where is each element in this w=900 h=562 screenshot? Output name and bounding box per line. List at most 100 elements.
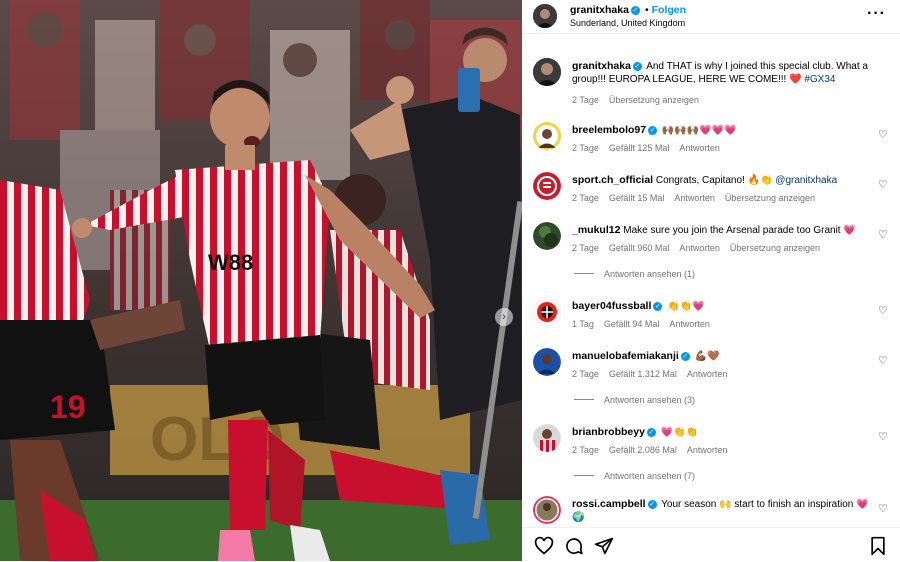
translate-link[interactable]: Übersetzung anzeigen bbox=[730, 243, 820, 253]
comment-time[interactable]: 1 Tag bbox=[572, 319, 594, 329]
post-location[interactable]: Sunderland, United Kingdom bbox=[570, 18, 685, 28]
comment-likes[interactable]: Gefällt 1.312 Mal bbox=[609, 369, 677, 379]
next-photo-button[interactable]: › bbox=[495, 308, 513, 326]
comment-item: brianbrobbeyy ✓ 💗👏👏 2 Tage Gefällt 2.086 M… bbox=[522, 424, 900, 482]
svg-text:W88: W88 bbox=[208, 250, 253, 275]
heart-icon[interactable] bbox=[534, 536, 554, 556]
comment-text: brianbrobbeyy ✓ 💗👏👏 bbox=[572, 426, 877, 439]
reply-button[interactable]: Antworten bbox=[679, 143, 720, 153]
comment-username[interactable]: manuelobafemiakanji bbox=[572, 350, 679, 362]
comment-meta: 2 Tage Gefällt 2.086 Mal Antworten bbox=[572, 445, 737, 455]
heart-icon[interactable]: ♡ bbox=[878, 356, 889, 367]
comment-time[interactable]: 2 Tage bbox=[572, 143, 599, 153]
celebration-photo-illustration: OLO 19 W88 bbox=[0, 0, 522, 561]
comment-text: bayer04fussball ✓ 👏👏💗 bbox=[572, 300, 877, 313]
reply-button[interactable]: Antworten bbox=[687, 369, 728, 379]
comment-text: sport.ch_official Congrats, Capitano! 🔥👏… bbox=[572, 174, 877, 187]
comment-text: manuelobafemiakanji ✓ 💪🏾🤎 bbox=[572, 350, 877, 363]
comment-item: rossi.campbell ✓ Your season 🙌 start to f… bbox=[522, 496, 900, 527]
comment-username[interactable]: rossi.campbell bbox=[572, 498, 646, 510]
comment-time[interactable]: 2 Tage bbox=[572, 243, 599, 253]
comment-likes[interactable]: Gefällt 94 Mal bbox=[604, 319, 660, 329]
commenter-avatar[interactable] bbox=[533, 496, 561, 524]
heart-icon[interactable]: ♡ bbox=[878, 180, 889, 191]
commenter-avatar[interactable] bbox=[533, 348, 561, 376]
commenter-avatar[interactable] bbox=[533, 424, 561, 452]
comment-likes[interactable]: Gefällt 15 Mal bbox=[609, 193, 665, 203]
caption-username[interactable]: granitxhaka bbox=[572, 60, 631, 72]
verified-badge-icon: ✓ bbox=[646, 428, 656, 437]
caption-meta: 2 Tage Übersetzung anzeigen bbox=[572, 95, 709, 105]
comment-text: rossi.campbell ✓ Your season 🙌 start to f… bbox=[572, 498, 877, 524]
reply-button[interactable]: Antworten bbox=[679, 243, 720, 253]
verified-badge-icon: ✓ bbox=[648, 126, 658, 135]
bookmark-icon[interactable] bbox=[868, 536, 888, 556]
comment-time[interactable]: 2 Tage bbox=[572, 369, 599, 379]
commenter-avatar[interactable] bbox=[533, 222, 561, 250]
view-replies-label[interactable]: Antworten ansehen (1) bbox=[604, 269, 695, 279]
comment-username[interactable]: brianbrobbeyy bbox=[572, 426, 645, 438]
comment-body: Make sure you join the Arsenal parade to… bbox=[623, 225, 856, 236]
comment-username[interactable]: _mukul12 bbox=[572, 224, 620, 236]
reply-button[interactable]: Antworten bbox=[669, 319, 710, 329]
comment-icon[interactable] bbox=[564, 536, 584, 556]
view-replies-button[interactable]: Antworten ansehen (1) bbox=[574, 269, 695, 279]
post-photo: OLO 19 W88 › bbox=[0, 0, 522, 561]
comment-text: breelembolo97 ✓ 🙌🏾🙌🏾🙌🏾💗💗💗 bbox=[572, 124, 877, 137]
hashtag-link[interactable]: #GX34 bbox=[804, 74, 835, 85]
comment-item: bayer04fussball ✓ 👏👏💗 1 Tag Gefällt 94 Mal… bbox=[522, 298, 900, 338]
verified-badge-icon: ✓ bbox=[632, 62, 642, 71]
view-replies-label[interactable]: Antworten ansehen (3) bbox=[604, 395, 695, 405]
more-options-icon[interactable]: ··· bbox=[867, 6, 886, 22]
commenter-avatar[interactable] bbox=[533, 298, 561, 326]
heart-icon[interactable]: ♡ bbox=[878, 432, 889, 443]
heart-icon[interactable]: ♡ bbox=[878, 306, 889, 317]
comment-likes[interactable]: Gefällt 960 Mal bbox=[609, 243, 670, 253]
comment-item: _mukul12 Make sure you join the Arsenal … bbox=[522, 222, 900, 280]
comment-body: 💪🏾🤎 bbox=[694, 351, 720, 362]
heart-icon[interactable]: ♡ bbox=[878, 504, 889, 515]
svg-text:19: 19 bbox=[50, 389, 86, 425]
comment-meta: 2 Tage Gefällt 125 Mal Antworten bbox=[572, 143, 730, 153]
mention-link[interactable]: @granitxhaka bbox=[775, 175, 837, 186]
heart-icon[interactable]: ♡ bbox=[878, 130, 889, 141]
comment-meta: 2 Tage Gefällt 960 Mal Antworten Übersetzun… bbox=[572, 243, 830, 253]
heart-icon[interactable]: ♡ bbox=[878, 230, 889, 241]
view-replies-button[interactable]: Antworten ansehen (7) bbox=[574, 471, 695, 481]
translate-link[interactable]: Übersetzung anzeigen bbox=[609, 95, 699, 105]
comment-time[interactable]: 2 Tage bbox=[572, 445, 599, 455]
caption-item: granitxhaka ✓ And THAT is why I joined th… bbox=[522, 58, 900, 105]
comment-body: 🙌🏾🙌🏾🙌🏾💗💗💗 bbox=[661, 125, 737, 136]
author-username[interactable]: granitxhaka bbox=[570, 4, 629, 16]
comment-body: 💗👏👏 bbox=[660, 427, 699, 438]
reply-button[interactable]: Antworten bbox=[687, 445, 728, 455]
caption-time[interactable]: 2 Tage bbox=[572, 95, 599, 105]
post-side-panel: granitxhaka ✓ • Folgen Sunderland, United K… bbox=[522, 0, 900, 561]
separator-dot: • bbox=[644, 4, 649, 16]
comment-username[interactable]: breelembolo97 bbox=[572, 124, 646, 136]
send-icon[interactable] bbox=[594, 536, 614, 556]
comment-likes[interactable]: Gefällt 2.086 Mal bbox=[609, 445, 677, 455]
verified-badge-icon: ✓ bbox=[630, 6, 640, 15]
replies-divider bbox=[574, 475, 594, 476]
comment-item: manuelobafemiakanji ✓ 💪🏾🤎 2 Tage Gefällt 1… bbox=[522, 348, 900, 406]
view-replies-button[interactable]: Antworten ansehen (3) bbox=[574, 395, 695, 405]
commenter-avatar[interactable] bbox=[533, 172, 561, 200]
caption-text: granitxhaka ✓ And THAT is why I joined th… bbox=[572, 60, 877, 86]
translate-link[interactable]: Übersetzung anzeigen bbox=[725, 193, 815, 203]
author-avatar[interactable] bbox=[533, 4, 557, 28]
comment-item: sport.ch_official Congrats, Capitano! 🔥👏… bbox=[522, 172, 900, 212]
comment-meta: 2 Tage Gefällt 15 Mal Antworten Übersetzung… bbox=[572, 193, 825, 203]
comment-time[interactable]: 2 Tage bbox=[572, 193, 599, 203]
reply-button[interactable]: Antworten bbox=[674, 193, 715, 203]
comments-list[interactable]: granitxhaka ✓ And THAT is why I joined th… bbox=[522, 34, 900, 527]
view-replies-label[interactable]: Antworten ansehen (7) bbox=[604, 471, 695, 481]
replies-divider bbox=[574, 273, 594, 274]
comment-username[interactable]: sport.ch_official bbox=[572, 174, 653, 186]
comment-likes[interactable]: Gefällt 125 Mal bbox=[609, 143, 670, 153]
commenter-avatar[interactable] bbox=[533, 122, 561, 150]
comment-text: _mukul12 Make sure you join the Arsenal … bbox=[572, 224, 877, 237]
follow-button[interactable]: Folgen bbox=[652, 4, 686, 16]
author-avatar[interactable] bbox=[533, 58, 561, 86]
comment-username[interactable]: bayer04fussball bbox=[572, 300, 651, 312]
